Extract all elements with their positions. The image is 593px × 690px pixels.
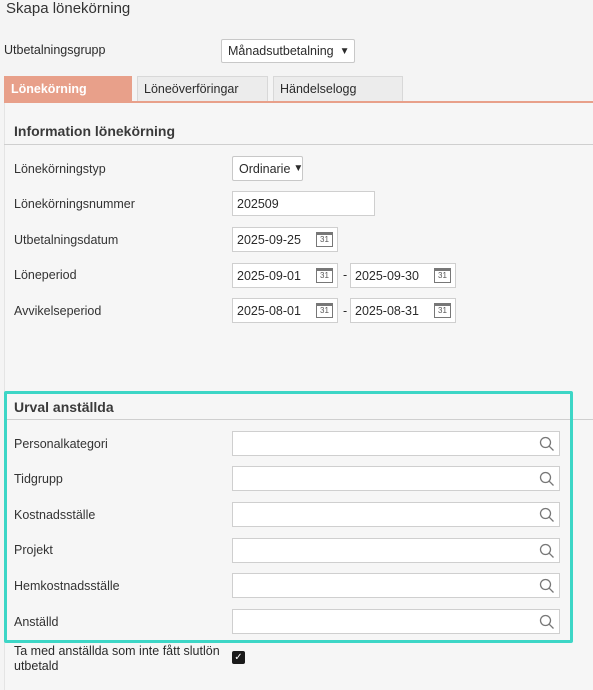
section-divider: [4, 144, 593, 145]
tab-handelselogg[interactable]: Händelselogg: [273, 76, 403, 102]
calendar-icon[interactable]: 31: [434, 268, 451, 283]
personnel-category-label: Personalkategori: [14, 437, 108, 451]
pay-period-label: Löneperiod: [14, 268, 77, 282]
project-label: Projekt: [14, 543, 53, 557]
deviation-period-to-input[interactable]: 2025-08-31 31: [350, 298, 456, 323]
include-unpaid-checkbox[interactable]: ✓: [232, 651, 245, 664]
chevron-down-icon: ▼: [293, 163, 304, 174]
run-number-input[interactable]: 202509: [232, 191, 375, 216]
deviation-period-label: Avvikelseperiod: [14, 304, 102, 318]
selection-section-title: Urval anställda: [14, 399, 114, 415]
payout-date-label: Utbetalningsdatum: [14, 233, 119, 247]
run-type-select[interactable]: Ordinarie ▼: [232, 156, 303, 181]
calendar-icon[interactable]: 31: [316, 232, 333, 247]
search-icon[interactable]: [539, 507, 555, 523]
run-type-label: Lönekörningstyp: [14, 162, 106, 176]
run-number-label: Lönekörningsnummer: [14, 197, 135, 211]
include-unpaid-label: Ta med anställda som inte fått slutlön u…: [14, 644, 220, 673]
pay-period-from-value: 2025-09-01: [237, 268, 301, 283]
info-section-title: Information lönekörning: [14, 123, 175, 139]
page-title: Skapa lönekörning: [6, 0, 131, 17]
search-icon[interactable]: [539, 578, 555, 594]
search-icon[interactable]: [539, 543, 555, 559]
home-cost-center-search[interactable]: [232, 573, 560, 598]
calendar-icon[interactable]: 31: [434, 303, 451, 318]
time-group-search[interactable]: [232, 466, 560, 491]
employee-search[interactable]: [232, 609, 560, 634]
section-divider: [4, 419, 593, 420]
payout-date-input[interactable]: 2025-09-25 31: [232, 227, 338, 252]
deviation-period-from-value: 2025-08-01: [237, 303, 301, 318]
calendar-icon[interactable]: 31: [316, 303, 333, 318]
payout-group-value: Månadsutbetalning: [228, 44, 334, 58]
tab-loneoverforingar[interactable]: Löneöverföringar: [137, 76, 268, 102]
pay-period-to-input[interactable]: 2025-09-30 31: [350, 263, 456, 288]
personnel-category-search[interactable]: [232, 431, 560, 456]
tab-lonekorning[interactable]: Lönekörning: [4, 76, 132, 102]
project-search[interactable]: [232, 538, 560, 563]
chevron-down-icon: ▼: [339, 45, 350, 57]
run-type-value: Ordinarie: [239, 161, 291, 176]
cost-center-search[interactable]: [232, 502, 560, 527]
range-separator: -: [343, 304, 348, 318]
cost-center-label: Kostnadsställe: [14, 508, 96, 522]
search-icon[interactable]: [539, 614, 555, 630]
pay-period-from-input[interactable]: 2025-09-01 31: [232, 263, 338, 288]
payout-group-label: Utbetalningsgrupp: [4, 43, 106, 57]
home-cost-center-label: Hemkostnadsställe: [14, 579, 120, 593]
calendar-icon[interactable]: 31: [316, 268, 333, 283]
payout-group-select[interactable]: Månadsutbetalning ▼: [221, 39, 355, 63]
run-number-value: 202509: [237, 196, 279, 211]
payout-date-value: 2025-09-25: [237, 232, 301, 247]
deviation-period-to-value: 2025-08-31: [355, 303, 419, 318]
time-group-label: Tidgrupp: [14, 472, 63, 486]
pay-period-to-value: 2025-09-30: [355, 268, 419, 283]
search-icon[interactable]: [539, 436, 555, 452]
employee-label: Anställd: [14, 615, 59, 629]
search-icon[interactable]: [539, 471, 555, 487]
range-separator: -: [343, 268, 348, 282]
deviation-period-from-input[interactable]: 2025-08-01 31: [232, 298, 338, 323]
